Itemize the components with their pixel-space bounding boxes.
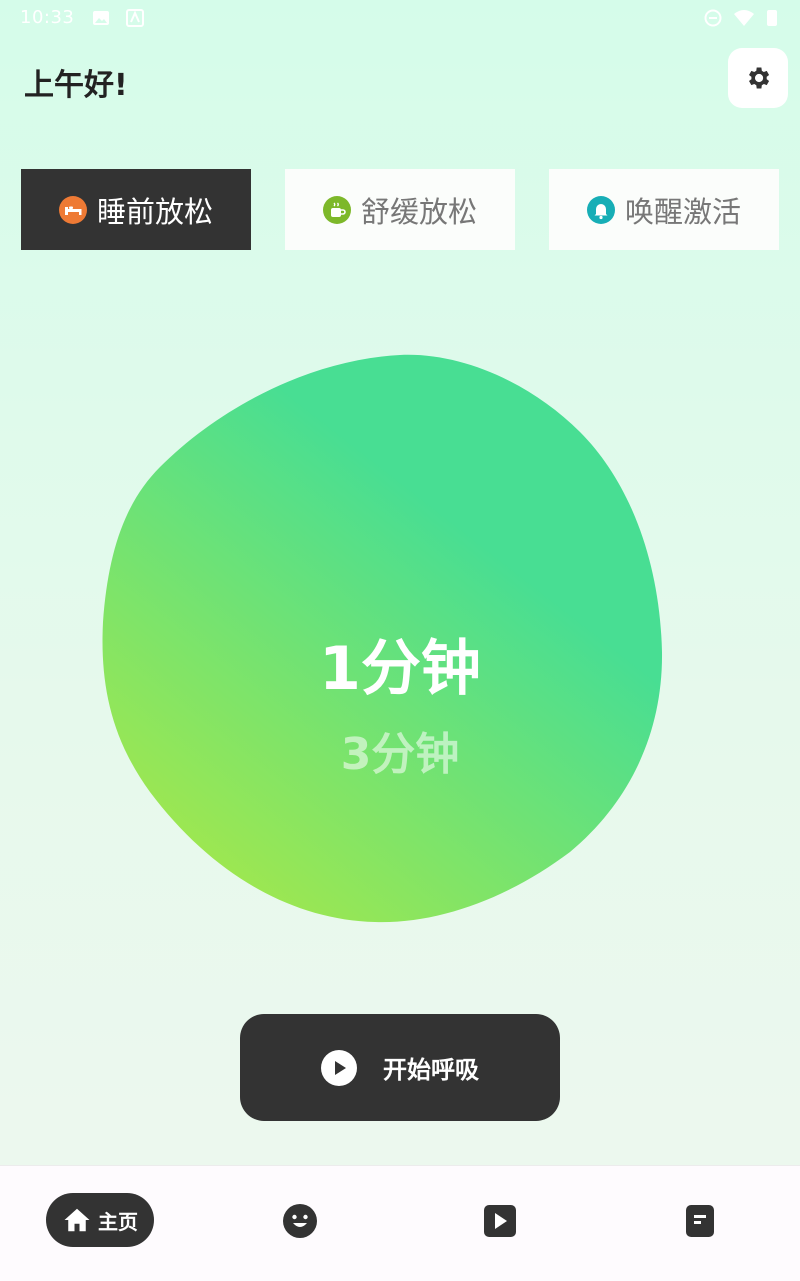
smiley-icon [283,1204,317,1238]
tab-soothing-relax[interactable]: 舒缓放松 [285,169,515,250]
tab-sleep-relax[interactable]: 睡前放松 [21,169,251,250]
nav-video[interactable] [480,1201,520,1241]
status-time: 10:33 [20,7,75,28]
settings-button[interactable] [728,48,788,108]
alarm-bell-icon [586,195,615,224]
gear-icon [749,67,770,89]
wifi-icon [734,10,754,26]
nav-home-label: 主页 [98,1209,138,1234]
gallery-icon [93,11,109,25]
nav-home[interactable]: 主页 [46,1193,154,1247]
battery-icon [767,10,777,26]
home-icon [64,1208,90,1232]
status-bar: 10:33 [0,0,800,36]
tab-label: 唤醒激活 [624,194,741,229]
app-notification-icon [126,9,144,27]
start-breathing-button[interactable]: 开始呼吸 [240,1014,560,1121]
start-button-label: 开始呼吸 [383,1056,479,1084]
bottom-nav: 主页 [0,1165,800,1281]
tab-label: 睡前放松 [96,194,213,229]
greeting-title: 上午好! [24,68,128,103]
video-play-icon [484,1205,516,1237]
do-not-disturb-icon [704,9,722,27]
document-icon [686,1205,714,1237]
tab-wake-activate[interactable]: 唤醒激活 [549,169,779,250]
duration-option[interactable]: 3分钟 [0,718,800,782]
nav-mood[interactable] [280,1201,320,1241]
coffee-cup-icon [322,195,351,224]
tab-label: 舒缓放松 [360,194,477,229]
bed-icon [58,195,87,224]
duration-selected[interactable]: 1分钟 [0,620,800,707]
play-icon [321,1049,357,1086]
nav-notes[interactable] [680,1201,720,1241]
